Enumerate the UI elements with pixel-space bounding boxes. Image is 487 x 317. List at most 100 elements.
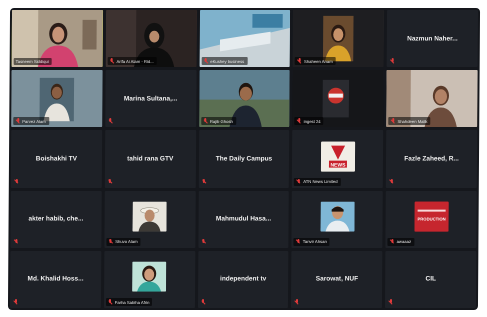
participant-name: CIL <box>425 275 437 283</box>
participant-name: ATN News Limited <box>303 179 338 185</box>
muted-mic-icon <box>388 299 393 305</box>
participant-name: Shahdeen Malik <box>397 118 428 124</box>
profile-photo <box>132 201 167 232</box>
participant-tile[interactable]: Shaheen Anam <box>293 10 385 68</box>
muted-mic-icon <box>108 118 113 124</box>
muted-mic-icon <box>13 239 18 245</box>
participant-tile[interactable]: Nazmun Naher... <box>386 10 479 68</box>
participant-tile[interactable]: Parvez Alam <box>11 70 103 128</box>
logo-text: PRODUCTION <box>417 217 445 222</box>
participant-tile[interactable]: independent tv <box>197 250 289 308</box>
participant-tile[interactable]: Sarowat, NUF <box>291 250 383 308</box>
participant-name: Boishakhi TV <box>35 155 78 163</box>
participant-name: eKushey business <box>210 58 245 64</box>
participant-name: awaaaz <box>396 239 412 245</box>
profile-photo <box>132 261 167 292</box>
avatar <box>132 261 167 292</box>
participant-name: Rajib Ghosh <box>209 118 233 124</box>
participant-name: Parvez Alam <box>22 118 46 124</box>
atn-logo-icon: NEWS <box>320 141 355 172</box>
channel-logo: NEWS <box>320 141 355 172</box>
participant-name-label: ingest 24 <box>294 117 324 126</box>
muted-mic-icon <box>390 58 395 64</box>
participant-name: akter habib, che... <box>28 215 84 223</box>
muted-mic-icon <box>13 299 18 305</box>
participant-name: ingest 24 <box>303 118 321 124</box>
muted-mic-icon <box>390 118 395 124</box>
muted-mic-icon <box>390 239 395 245</box>
profile-photo <box>320 201 355 232</box>
participant-tile[interactable]: eKushey business <box>199 10 291 68</box>
participant-tile[interactable]: Shuvo Alam <box>104 190 196 248</box>
muted-mic-icon <box>201 239 206 245</box>
participant-name: Arifa Ai Alam - Rid... <box>116 58 154 64</box>
participant-name: Tanvir Ahsan <box>302 239 327 245</box>
muted-mic-icon <box>389 179 394 185</box>
muted-mic-icon <box>109 58 114 64</box>
participant-name-label: ATN News Limited <box>294 177 341 186</box>
participant-tile[interactable]: The Daily Campus <box>198 130 290 188</box>
muted-mic-icon <box>201 179 206 185</box>
participant-name: Nazmun Naher... <box>407 35 458 43</box>
muted-mic-icon <box>14 179 19 185</box>
participant-tile[interactable]: Rajib Ghosh <box>198 70 291 128</box>
participant-tile[interactable]: Shahdeen Malik <box>386 70 478 128</box>
participant-grid: Tasneem Siddiqui Arifa Ai Alam - Rid... <box>9 10 479 308</box>
participant-tile[interactable]: Fazle Zaheed, R... <box>385 130 478 188</box>
participant-tile[interactable]: Tasneem Siddiqui <box>11 10 103 68</box>
participant-name-label: Rajib Ghosh <box>200 117 236 126</box>
muted-mic-icon <box>297 58 302 64</box>
muted-mic-icon <box>108 179 113 185</box>
participant-name: Tasneem Siddiqui <box>15 59 49 65</box>
participant-name-label: Shahdeen Malik <box>388 117 431 126</box>
participant-tile[interactable]: Boishakhi TV <box>10 130 102 188</box>
participant-name-label: Shuvo Alam <box>106 237 141 246</box>
participant-name: Shaheen Anam <box>304 58 333 64</box>
muted-mic-icon <box>108 239 113 245</box>
participant-name: Md. Khalid Hoss... <box>27 275 84 283</box>
participant-name: The Daily Campus <box>215 155 273 163</box>
participant-name: Farha Sabiha Afrin <box>114 299 150 305</box>
muted-mic-icon <box>203 58 208 64</box>
muted-mic-icon <box>297 118 302 124</box>
participant-tile[interactable]: NEWS ATN News Limited <box>292 130 384 188</box>
participant-tile[interactable]: akter habib, che... <box>10 190 102 248</box>
production-logo-icon: PRODUCTION <box>414 201 449 232</box>
participant-name-label: Shaheen Anam <box>295 57 336 66</box>
participant-tile[interactable]: Farha Sabiha Afrin <box>103 250 195 308</box>
channel-logo: PRODUCTION <box>414 201 449 232</box>
logo-text: NEWS <box>330 162 346 168</box>
participant-tile[interactable]: Tanvir Ahsan <box>291 190 383 248</box>
muted-mic-icon <box>108 299 113 305</box>
participant-name-label: Arifa Ai Alam - Rid... <box>107 57 157 66</box>
zoom-gallery-screen: Tasneem Siddiqui Arifa Ai Alam - Rid... <box>7 8 481 310</box>
participant-tile[interactable]: ingest 24 <box>292 70 384 128</box>
participant-tile[interactable]: Mahmudul Hasa... <box>197 190 290 248</box>
avatar <box>132 201 167 232</box>
participant-name-label: awaaaz <box>387 237 415 246</box>
muted-mic-icon <box>203 118 208 124</box>
participant-tile[interactable]: Marina Sultana,... <box>105 70 197 128</box>
participant-name: tahid rana GTV <box>127 155 174 163</box>
participant-tile[interactable]: CIL <box>385 250 477 308</box>
muted-mic-icon <box>296 239 301 245</box>
participant-tile[interactable]: Arifa Ai Alam - Rid... <box>105 10 197 68</box>
participant-name: Marina Sultana,... <box>123 95 178 103</box>
participant-name: Fazle Zaheed, R... <box>404 155 459 163</box>
participant-tile[interactable]: Md. Khalid Hoss... <box>9 250 102 308</box>
participant-name-label: Farha Sabiha Afrin <box>105 298 153 306</box>
participant-tile[interactable]: PRODUCTION awaaaz <box>385 190 477 248</box>
muted-mic-icon <box>294 299 299 305</box>
participant-name: Mahmudul Hasa... <box>215 215 272 223</box>
participant-name: independent tv <box>220 275 267 283</box>
participant-tile[interactable]: tahid rana GTV <box>104 130 196 188</box>
participant-name: Sarowat, NUF <box>315 275 359 283</box>
participant-name-label: Parvez Alam <box>13 117 49 126</box>
muted-mic-icon <box>296 179 301 185</box>
muted-mic-icon <box>201 299 206 305</box>
muted-mic-icon <box>15 118 20 124</box>
avatar <box>320 201 355 232</box>
participant-name: Shuvo Alam <box>115 239 138 245</box>
participant-name-label: eKushey business <box>201 57 248 66</box>
participant-name-label: Tasneem Siddiqui <box>13 58 52 66</box>
